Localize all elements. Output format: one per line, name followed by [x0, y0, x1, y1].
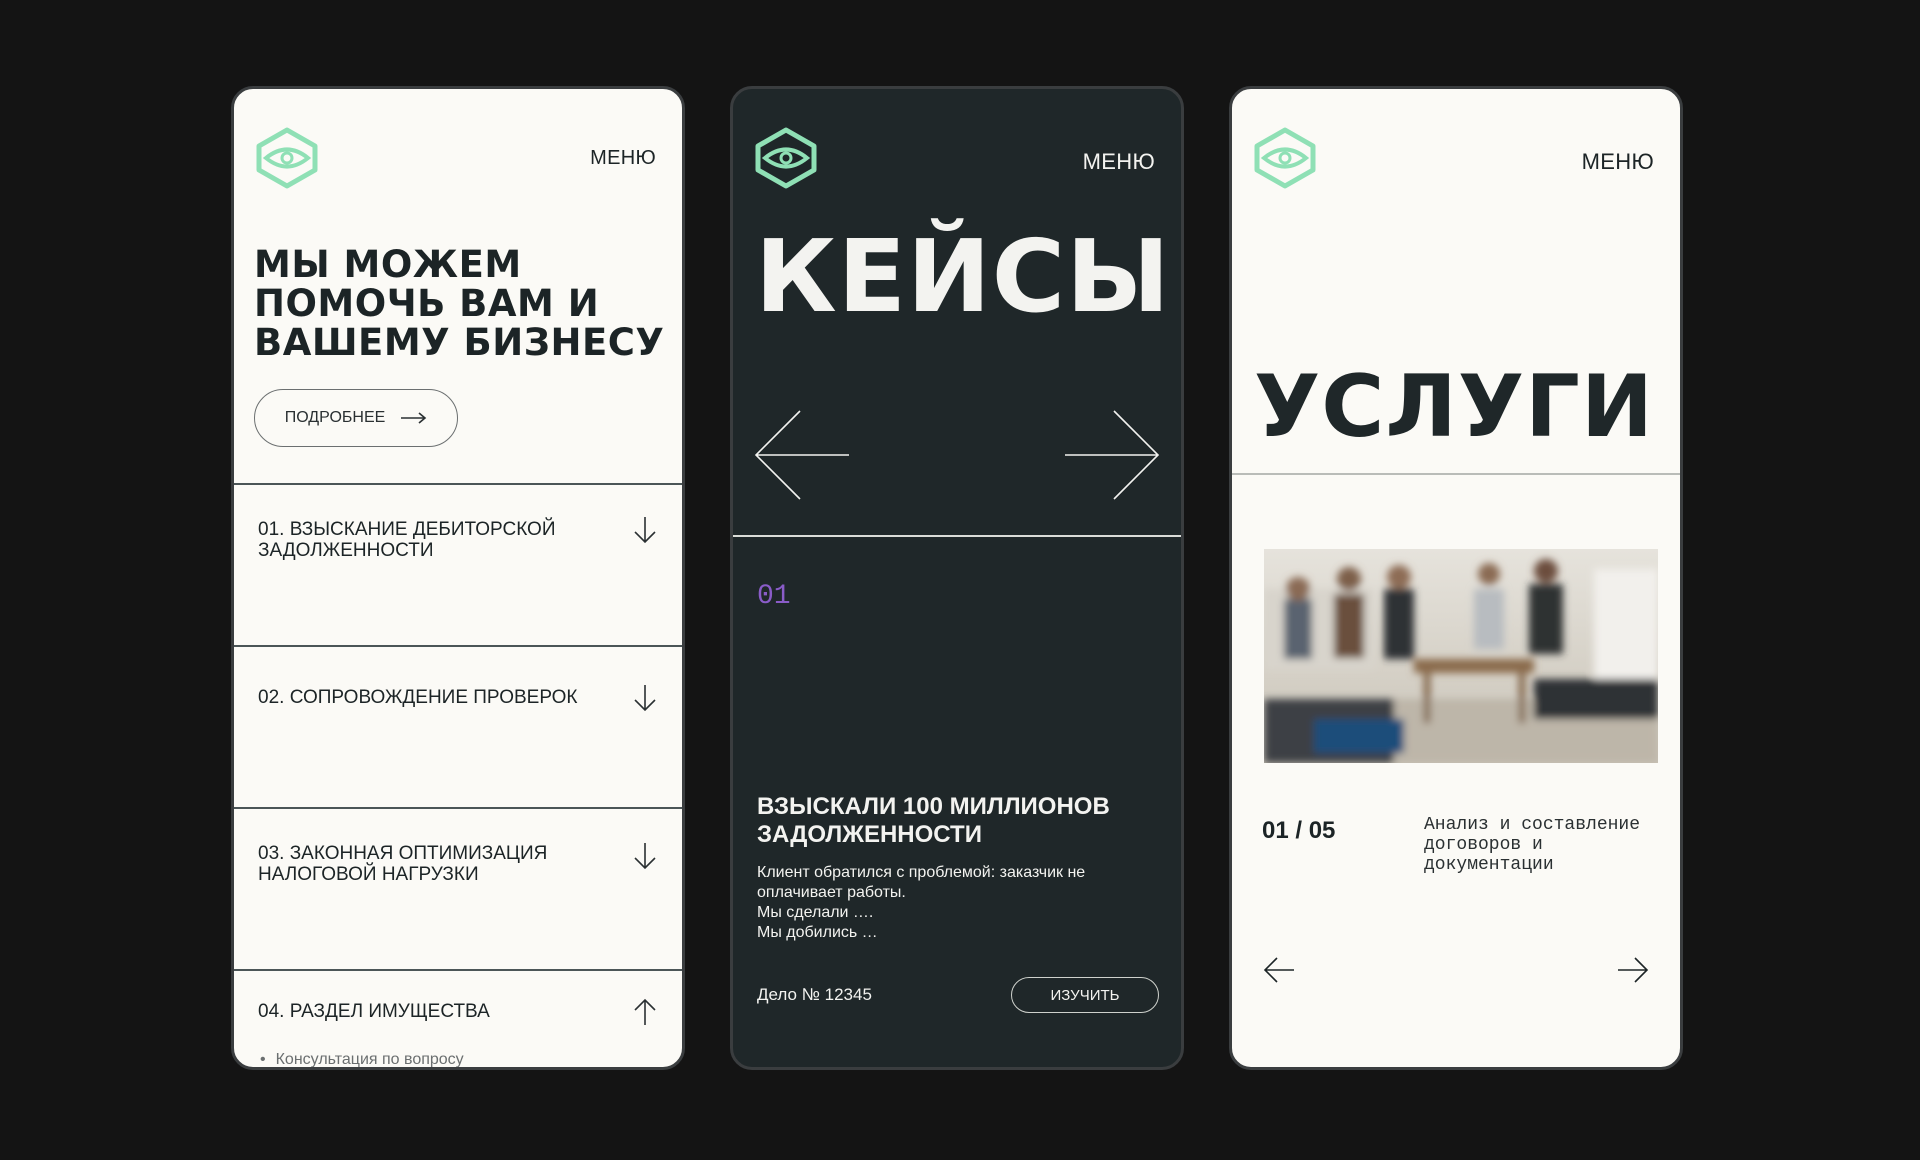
case-description-line: Мы сделали …. [757, 904, 874, 921]
divider [733, 535, 1181, 537]
accordion-sub-item-label: Консультация по вопросу [275, 1051, 464, 1068]
service-description: Анализ и составление договоров и докумен… [1424, 815, 1664, 875]
accordion-item-title-line: ЗАДОЛЖЕННОСТИ [258, 540, 434, 561]
accordion-item-expanded[interactable]: 04. РАЗДЕЛ ИМУЩЕСТВА • Консультация по во… [234, 969, 682, 1068]
arrow-left-icon[interactable] [753, 409, 851, 501]
accordion-item-title-line: 02. СОПРОВОЖДЕНИЕ ПРОВЕРОК [258, 687, 578, 708]
service-description-line: договоров и [1424, 835, 1543, 855]
arrow-right-icon[interactable] [1616, 955, 1650, 985]
arrow-left-icon[interactable] [1262, 955, 1296, 985]
more-button-label: ПОДРОБНЕЕ [284, 409, 386, 426]
case-number: 01 [757, 581, 791, 612]
arrow-up-icon[interactable] [632, 997, 658, 1027]
divider [1232, 473, 1680, 475]
eye-logo-icon[interactable] [254, 127, 320, 189]
accordion-item-title-line: 01. ВЗЫСКАНИЕ ДЕБИТОРСКОЙ [258, 519, 556, 540]
case-description-line: Клиент обратился с проблемой: заказчик н… [757, 864, 1086, 881]
hero-headline-line: ВАШЕМУ БИЗНЕСУ [254, 321, 665, 364]
meeting-photo [1264, 549, 1658, 763]
study-button[interactable]: ИЗУЧИТЬ [1011, 977, 1159, 1013]
accordion-item-title: 02. СОПРОВОЖДЕНИЕ ПРОВЕРОК [258, 687, 588, 708]
accordion-item-title: 03. ЗАКОННАЯ ОПТИМИЗАЦИЯ НАЛОГОВОЙ НАГРУ… [258, 843, 588, 885]
accordion-item-title-line: 03. ЗАКОННАЯ ОПТИМИЗАЦИЯ [258, 843, 548, 864]
service-description-line: документации [1424, 855, 1554, 875]
case-description-line: оплачивает работы. [757, 884, 906, 901]
case-description: Клиент обратился с проблемой: заказчик н… [757, 863, 1157, 943]
page-title: КЕЙСЫ [755, 218, 1171, 335]
case-description-line: Мы добились … [757, 924, 878, 941]
service-description-line: Анализ и составление [1424, 815, 1641, 835]
menu-button[interactable]: МЕНЮ [1582, 149, 1654, 175]
eye-logo-icon[interactable] [1252, 127, 1318, 189]
case-title-line: ЗАДОЛЖЕННОСТИ [757, 821, 982, 848]
arrow-down-icon[interactable] [632, 683, 658, 713]
case-title: ВЗЫСКАЛИ 100 МИЛЛИОНОВ ЗАДОЛЖЕННОСТИ [757, 793, 1157, 849]
menu-button[interactable]: МЕНЮ [590, 147, 656, 170]
accordion-item-title: 01. ВЗЫСКАНИЕ ДЕБИТОРСКОЙ ЗАДОЛЖЕННОСТИ [258, 519, 588, 561]
arrow-down-icon[interactable] [632, 841, 658, 871]
accordion-item[interactable]: 01. ВЗЫСКАНИЕ ДЕБИТОРСКОЙ ЗАДОЛЖЕННОСТИ [234, 483, 682, 645]
accordion-item[interactable]: 03. ЗАКОННАЯ ОПТИМИЗАЦИЯ НАЛОГОВОЙ НАГРУ… [234, 807, 682, 969]
case-id: Дело № 12345 [757, 985, 872, 1004]
accordion-item-title-line: 04. РАЗДЕЛ ИМУЩЕСТВА [258, 1001, 490, 1022]
phone-screen-services: МЕНЮ УСЛУГИ 01 / 05 Анализ и составление… [1229, 86, 1683, 1070]
arrow-right-icon[interactable] [1063, 409, 1161, 501]
more-button[interactable]: ПОДРОБНЕЕ [254, 389, 458, 447]
slide-counter: 01 / 05 [1262, 817, 1336, 844]
arrow-right-icon [401, 412, 427, 424]
hero-headline-line: ПОМОЧЬ ВАМ И [254, 282, 600, 325]
menu-button[interactable]: МЕНЮ [1083, 149, 1155, 175]
accordion-item-title: 04. РАЗДЕЛ ИМУЩЕСТВА [258, 1001, 588, 1022]
phone-screen-cases: МЕНЮ КЕЙСЫ 01 ВЗЫСКАЛИ 100 МИЛЛИОНОВ ЗАД… [730, 86, 1184, 1070]
eye-logo-icon[interactable] [753, 127, 819, 189]
bullet-icon: • [260, 1051, 266, 1068]
phone-screen-home: МЕНЮ МЫ МОЖЕМ ПОМОЧЬ ВАМ И ВАШЕМУ БИЗНЕС… [231, 86, 685, 1070]
page-title: УСЛУГИ [1254, 357, 1654, 457]
hero-headline-line: МЫ МОЖЕМ [254, 243, 522, 286]
hero-headline: МЫ МОЖЕМ ПОМОЧЬ ВАМ И ВАШЕМУ БИЗНЕСУ [254, 245, 674, 362]
accordion-item[interactable]: 02. СОПРОВОЖДЕНИЕ ПРОВЕРОК [234, 645, 682, 807]
arrow-down-icon[interactable] [632, 515, 658, 545]
accordion-sub-item[interactable]: • Консультация по вопросу [260, 1051, 464, 1068]
case-title-line: ВЗЫСКАЛИ 100 МИЛЛИОНОВ [757, 793, 1110, 820]
accordion-item-title-line: НАЛОГОВОЙ НАГРУЗКИ [258, 864, 479, 885]
